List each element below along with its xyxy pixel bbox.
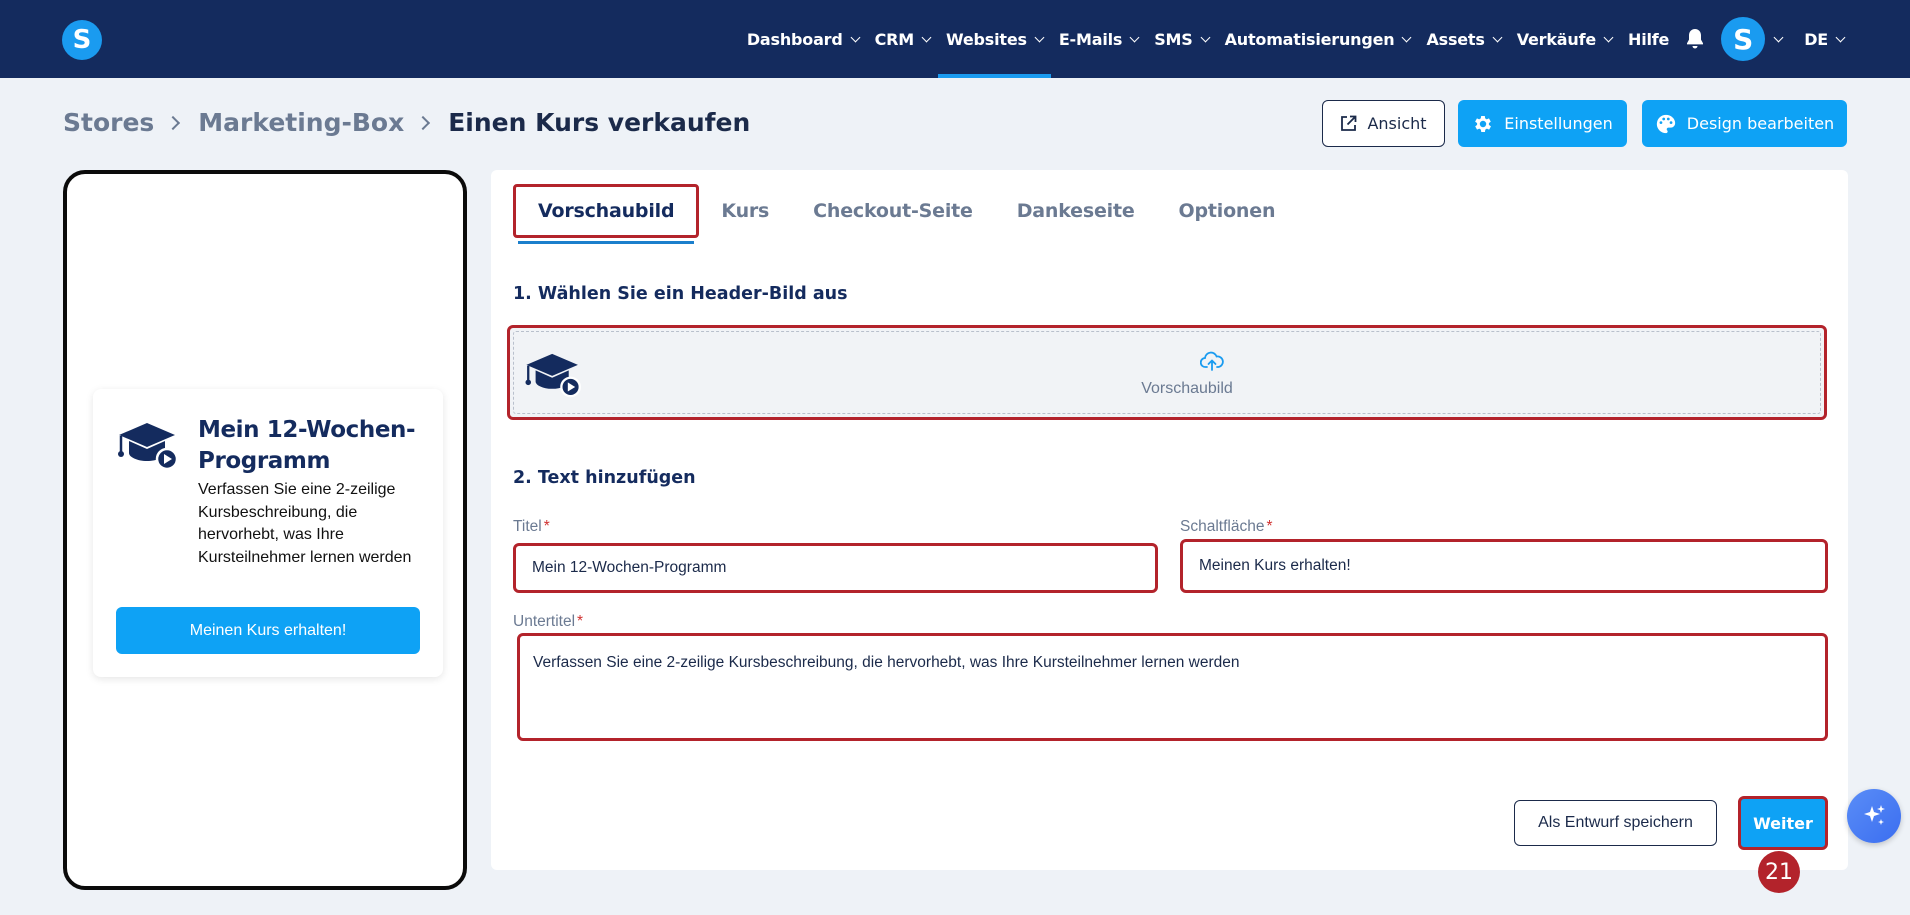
- title-label-text: Titel: [513, 518, 542, 535]
- nav-hilfe[interactable]: Hilfe: [1620, 0, 1677, 78]
- button-text-input[interactable]: Meinen Kurs erhalten!: [1180, 539, 1828, 593]
- nav-emails[interactable]: E-Mails: [1051, 0, 1146, 78]
- required-mark: *: [1266, 518, 1273, 535]
- nav-label: Websites: [946, 29, 1027, 49]
- preview-subtitle: Verfassen Sie eine 2-zeilige Kursbeschre…: [198, 481, 412, 566]
- nav-label: Assets: [1426, 29, 1485, 49]
- preview-card: Mein 12-Wochen-Programm Verfassen Sie ei…: [93, 389, 443, 677]
- ai-assistant-button[interactable]: [1847, 789, 1901, 843]
- page-title: Einen Kurs verkaufen: [448, 108, 751, 137]
- required-mark: *: [543, 518, 550, 535]
- step-badge: 21: [1758, 851, 1800, 893]
- nav-label: Hilfe: [1628, 29, 1670, 49]
- chevron-right-icon: [166, 115, 181, 130]
- next-button[interactable]: Weiter: [1738, 796, 1828, 850]
- tab-kurs[interactable]: Kurs: [699, 184, 791, 238]
- button-field-label: Schaltfläche *: [1180, 518, 1273, 536]
- editor-panel: Vorschaubild Kurs Checkout-Seite Dankese…: [491, 170, 1848, 870]
- editor-tabs: Vorschaubild Kurs Checkout-Seite Dankese…: [513, 184, 1298, 244]
- cloud-upload-icon: [1199, 351, 1224, 376]
- language-label: DE: [1804, 29, 1828, 49]
- nav-verkaeufe[interactable]: Verkäufe: [1509, 0, 1620, 78]
- nav-label: Dashboard: [746, 29, 843, 49]
- chevron-down-icon: [1200, 32, 1211, 42]
- preview-title: Mein 12-Wochen-Programm: [198, 417, 416, 474]
- header-image-dropzone[interactable]: Vorschaubild: [507, 325, 1827, 420]
- chevron-down-icon: [921, 32, 932, 42]
- tab-optionen[interactable]: Optionen: [1157, 184, 1298, 238]
- chevron-down-icon: [850, 32, 861, 42]
- dropzone-border: [513, 331, 1821, 414]
- section-text-title: 2. Text hinzufügen: [513, 468, 696, 488]
- button-label-text: Schaltfläche: [1180, 518, 1265, 535]
- top-navbar: S Dashboard CRM Websites E-Mails SMS Aut…: [0, 0, 1910, 78]
- view-button-label: Ansicht: [1367, 114, 1427, 133]
- design-button-label: Design bearbeiten: [1686, 114, 1835, 133]
- title-input[interactable]: Mein 12-Wochen-Programm: [513, 543, 1158, 593]
- design-edit-button[interactable]: Design bearbeiten: [1642, 100, 1847, 147]
- subtitle-field-label: Untertitel *: [513, 613, 583, 631]
- gear-icon: [1475, 115, 1492, 132]
- nav-label: SMS: [1154, 29, 1193, 49]
- nav-assets[interactable]: Assets: [1418, 0, 1508, 78]
- save-draft-button[interactable]: Als Entwurf speichern: [1514, 800, 1717, 846]
- bell-icon[interactable]: [1677, 0, 1713, 78]
- palette-icon: [1656, 114, 1675, 133]
- nav-label: CRM: [874, 29, 915, 49]
- main-nav: Dashboard CRM Websites E-Mails SMS Autom…: [739, 0, 1852, 78]
- user-avatar[interactable]: S: [1721, 17, 1766, 61]
- view-button[interactable]: Ansicht: [1322, 100, 1445, 147]
- breadcrumb-stores[interactable]: Stores: [63, 108, 154, 137]
- chevron-down-icon: [1034, 32, 1045, 42]
- nav-crm[interactable]: CRM: [867, 0, 938, 78]
- chevron-down-icon: [1401, 32, 1412, 42]
- nav-dashboard[interactable]: Dashboard: [739, 0, 867, 78]
- tab-checkout-seite[interactable]: Checkout-Seite: [791, 184, 995, 238]
- chevron-down-icon: [1835, 32, 1846, 42]
- chevron-down-icon: [1492, 32, 1503, 42]
- section-header-image-title: 1. Wählen Sie ein Header-Bild aus: [513, 284, 848, 304]
- mobile-preview: Mein 12-Wochen-Programm Verfassen Sie ei…: [63, 170, 467, 890]
- language-selector[interactable]: DE: [1796, 0, 1852, 78]
- tab-dankeseite[interactable]: Dankeseite: [995, 184, 1157, 238]
- tab-vorschaubild[interactable]: Vorschaubild: [513, 184, 700, 244]
- breadcrumb-marketing-box[interactable]: Marketing-Box: [198, 108, 404, 137]
- subtitle-label-text: Untertitel: [513, 613, 576, 630]
- external-link-icon: [1341, 115, 1357, 131]
- sparkle-icon: [1864, 805, 1885, 825]
- settings-button[interactable]: Einstellungen: [1458, 100, 1627, 147]
- brand-logo[interactable]: S: [62, 20, 102, 60]
- dropzone-label: Vorschaubild: [1141, 380, 1233, 397]
- chevron-down-icon: [1129, 32, 1140, 42]
- nav-label: Automatisierungen: [1224, 29, 1395, 49]
- chevron-right-icon: [416, 115, 431, 130]
- subtitle-textarea[interactable]: Verfassen Sie eine 2-zeilige Kursbeschre…: [517, 633, 1828, 741]
- chevron-down-icon: [1603, 32, 1614, 42]
- required-mark: *: [577, 613, 584, 630]
- nav-label: Verkäufe: [1516, 29, 1596, 49]
- graduation-cap-icon: [117, 421, 181, 476]
- nav-label: E-Mails: [1058, 29, 1123, 49]
- chevron-down-icon[interactable]: [1773, 32, 1784, 42]
- nav-automatisierungen[interactable]: Automatisierungen: [1217, 0, 1419, 78]
- title-field-label: Titel *: [513, 518, 550, 536]
- breadcrumb: Stores Marketing-Box Einen Kurs verkaufe…: [63, 108, 750, 137]
- nav-sms[interactable]: SMS: [1146, 0, 1216, 78]
- preview-cta-button: Meinen Kurs erhalten!: [116, 607, 420, 654]
- nav-websites[interactable]: Websites: [938, 0, 1051, 78]
- settings-button-label: Einstellungen: [1504, 114, 1613, 133]
